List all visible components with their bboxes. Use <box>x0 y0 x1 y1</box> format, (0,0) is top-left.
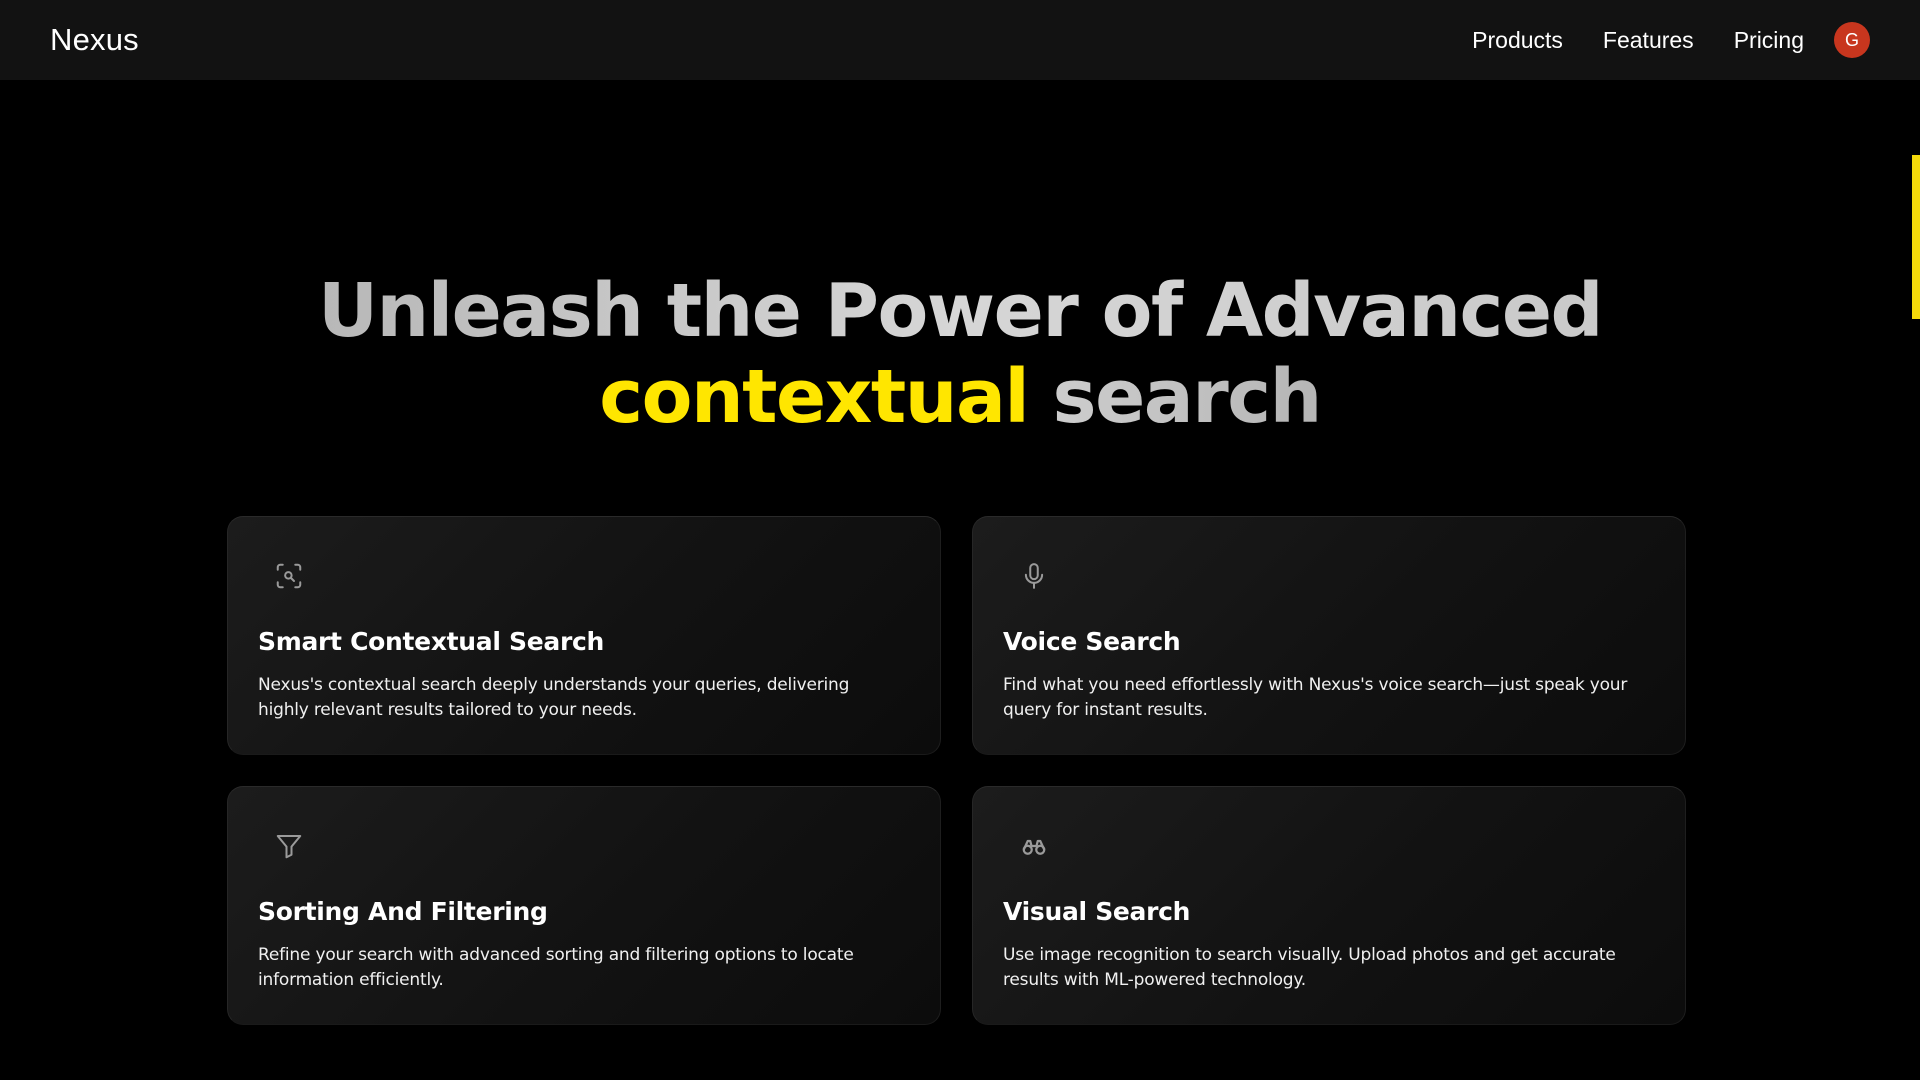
feature-card-description: Refine your search with advanced sorting… <box>258 945 854 990</box>
feature-card-title: Smart Contextual Search <box>258 627 605 656</box>
scrollbar[interactable] <box>1912 80 1920 1080</box>
top-navbar: Nexus Products Features Pricing G <box>0 0 1920 80</box>
feature-card-title: Sorting And Filtering <box>258 897 548 926</box>
feature-cards: Smart Contextual Search Nexus's contextu… <box>227 516 1687 1025</box>
hero-heading-rest: search <box>1028 354 1323 440</box>
feature-card-sorting-and-filtering[interactable]: Sorting And Filtering Refine your search… <box>227 786 941 1025</box>
feature-card-description: Use image recognition to search visually… <box>1003 945 1616 990</box>
brand-logo[interactable]: Nexus <box>50 22 139 58</box>
feature-card-smart-contextual-search[interactable]: Smart Contextual Search Nexus's contextu… <box>227 516 941 755</box>
feature-card-voice-search[interactable]: Voice Search Find what you need effortle… <box>972 516 1686 755</box>
nav-link-products[interactable]: Products <box>1472 27 1563 54</box>
microphone-icon <box>1019 561 1049 591</box>
main-nav: Products Features Pricing G <box>1472 22 1870 58</box>
feature-card-description: Find what you need effortlessly with Nex… <box>1003 675 1628 720</box>
binoculars-icon <box>1019 831 1049 861</box>
hero-section: Unleash the Power of Advanced contextual… <box>0 268 1920 440</box>
feature-card-visual-search[interactable]: Visual Search Use image recognition to s… <box>972 786 1686 1025</box>
filter-icon <box>274 831 304 861</box>
user-avatar[interactable]: G <box>1834 22 1870 58</box>
hero-heading-line1: Unleash the Power of Advanced <box>0 268 1920 354</box>
hero-heading: Unleash the Power of Advanced contextual… <box>0 268 1920 440</box>
feature-card-description: Nexus's contextual search deeply underst… <box>258 675 850 720</box>
nav-link-features[interactable]: Features <box>1603 27 1694 54</box>
page: Nexus Products Features Pricing G Unleas… <box>0 0 1920 1080</box>
feature-card-title: Voice Search <box>1003 627 1181 656</box>
nav-link-pricing[interactable]: Pricing <box>1734 27 1804 54</box>
hero-accent-word: contextual <box>599 354 1030 440</box>
hero-heading-line2: contextual search <box>0 354 1920 440</box>
scan-search-icon <box>274 561 304 591</box>
feature-card-title: Visual Search <box>1003 897 1191 926</box>
